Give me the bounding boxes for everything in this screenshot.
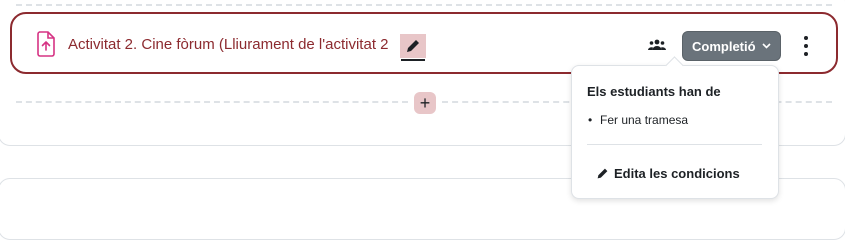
completion-dropdown-menu: Els estudiants han de Fer una tramesa Ed… — [571, 56, 779, 199]
add-activity-button[interactable]: + — [414, 92, 436, 114]
dropdown-divider — [587, 144, 762, 145]
edit-conditions-label: Edita les condicions — [614, 166, 740, 181]
group-mode-icon[interactable] — [648, 38, 666, 52]
activity-title-link[interactable]: Activitat 2. Cine fòrum (Lliurament de l… — [68, 36, 389, 53]
completion-button-label: Completió — [692, 38, 756, 54]
completion-dropdown-button[interactable]: Completió — [682, 31, 781, 61]
assignment-upload-icon — [34, 30, 58, 58]
more-actions-icon[interactable] — [800, 36, 812, 56]
completion-condition-item: Fer una tramesa — [588, 113, 688, 127]
edit-title-button[interactable] — [400, 34, 426, 61]
pencil-icon — [597, 168, 608, 179]
chevron-down-icon — [761, 41, 771, 52]
edit-conditions-link[interactable]: Edita les condicions — [596, 166, 740, 181]
pencil-icon — [407, 40, 419, 52]
add-divider-left — [16, 101, 408, 103]
dropdown-heading: Els estudiants han de — [587, 84, 721, 99]
